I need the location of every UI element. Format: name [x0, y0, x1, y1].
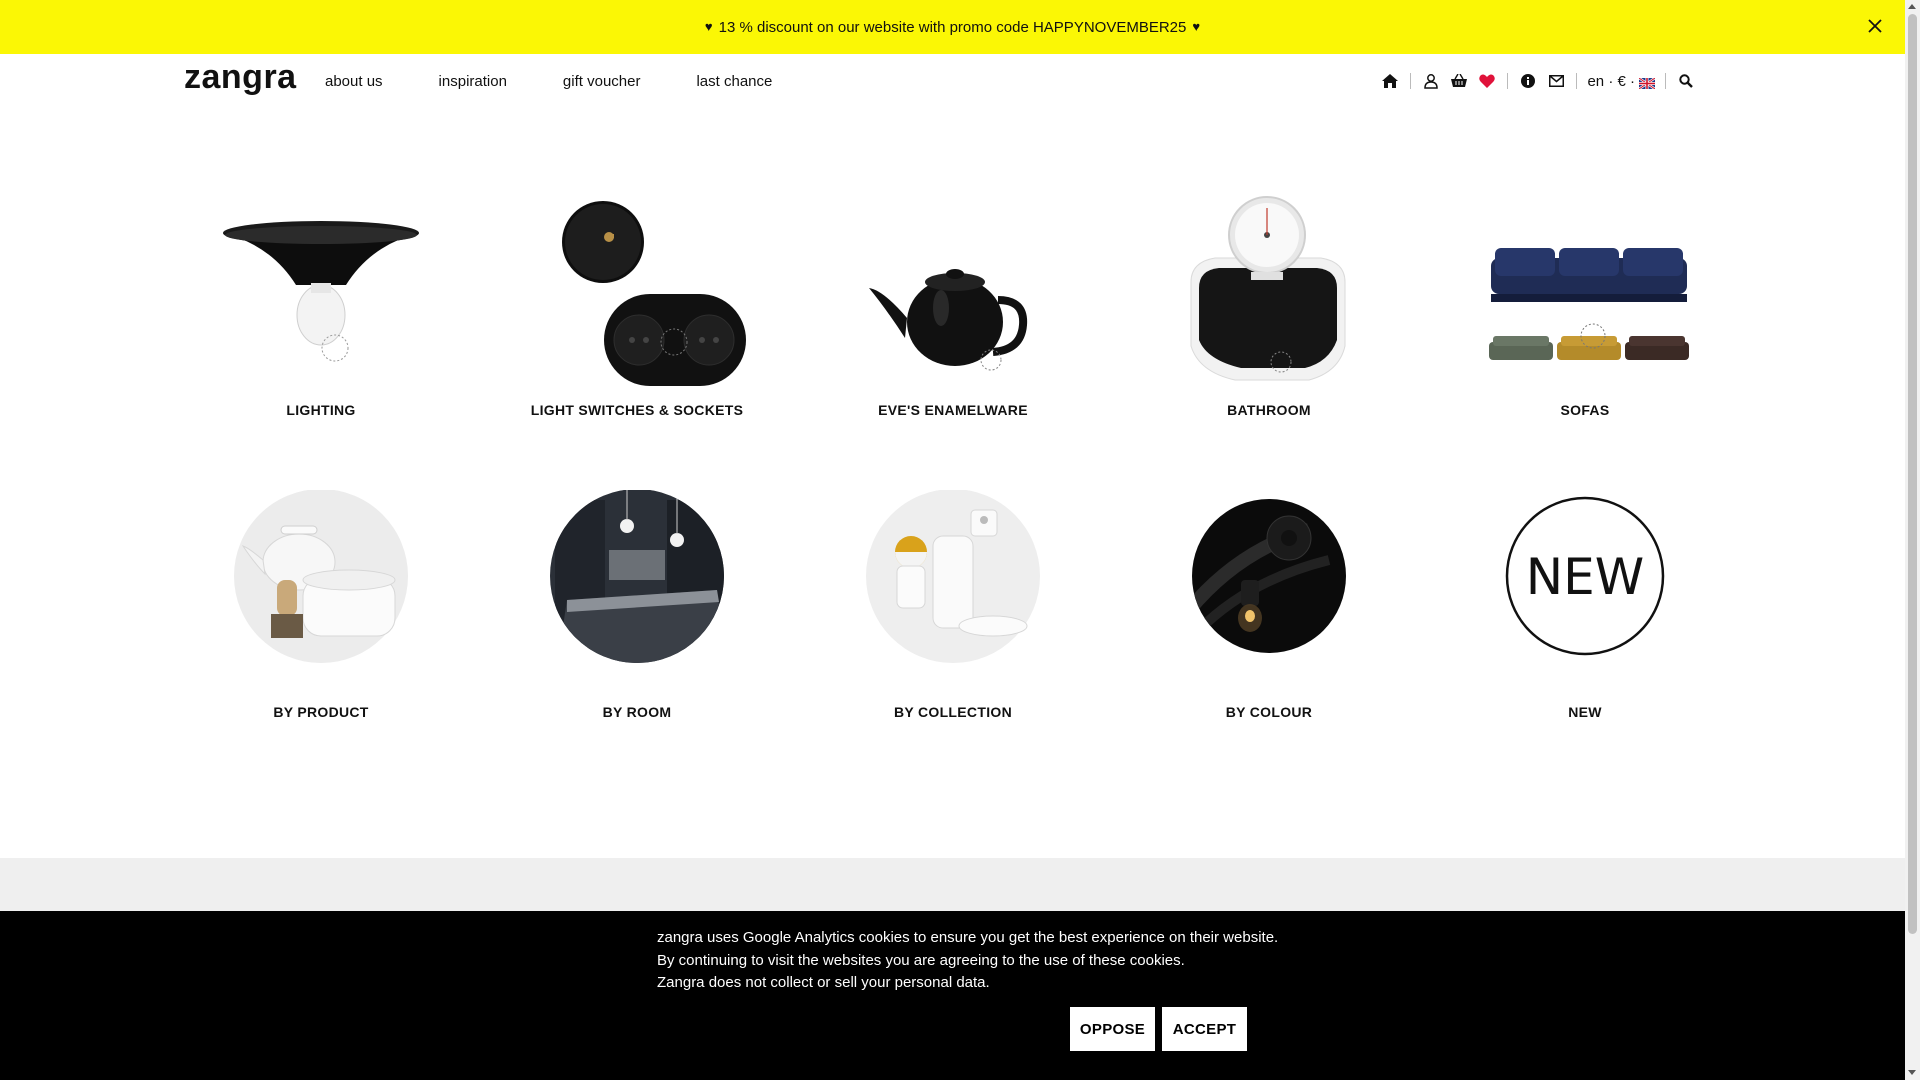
sofas-image: [1475, 190, 1695, 390]
divider: [1576, 73, 1578, 89]
nav-last-chance[interactable]: last chance: [696, 73, 772, 90]
by-colour-image: [1159, 490, 1379, 666]
cookie-line-1: zangra uses Google Analytics cookies to …: [657, 929, 1279, 946]
home-icon[interactable]: [1381, 72, 1399, 90]
category-label: BY PRODUCT: [273, 704, 369, 720]
lighting-image: [211, 190, 431, 390]
by-collection-image: [843, 489, 1063, 666]
nav-about-us[interactable]: about us: [325, 73, 383, 90]
category-new[interactable]: NEW NEW: [1435, 490, 1735, 720]
divider: [1665, 73, 1666, 89]
category-label: LIGHTING: [286, 402, 356, 418]
new-badge-text: NEW: [1526, 548, 1644, 606]
category-label: EVE'S ENAMELWARE: [878, 402, 1028, 418]
category-label: LIGHT SWITCHES & SOCKETS: [530, 402, 744, 418]
by-product-image: [211, 489, 431, 666]
logo[interactable]: zangra: [184, 58, 297, 97]
cookie-line-2: By continuing to visit the websites you …: [657, 951, 1185, 969]
promo-text: 13 % discount on our website with promo …: [718, 18, 1187, 36]
close-icon[interactable]: [1863, 14, 1887, 38]
heart-icon[interactable]: [1478, 72, 1496, 90]
nav-gift-voucher[interactable]: gift voucher: [563, 73, 641, 90]
enamelware-image: [843, 190, 1063, 390]
divider: [1410, 73, 1412, 89]
basket-icon[interactable]: [1450, 72, 1468, 90]
cookie-line-3: Zangra does not collect or sell your per…: [657, 974, 990, 991]
scroll-up-arrow[interactable]: [1908, 4, 1916, 9]
category-label: BY ROOM: [602, 704, 672, 720]
category-by-room[interactable]: BY ROOM: [487, 490, 787, 720]
category-label: SOFAS: [1560, 402, 1610, 418]
category-lighting[interactable]: LIGHTING: [171, 190, 471, 418]
category-label: BY COLLECTION: [894, 704, 1012, 720]
category-by-colour[interactable]: BY COLOUR: [1119, 490, 1419, 720]
scrollbar[interactable]: [1905, 0, 1920, 1080]
lang-text: en · € ·: [1587, 72, 1635, 90]
new-badge-image: NEW: [1475, 490, 1695, 666]
category-light-switches[interactable]: LIGHT SWITCHES & SOCKETS: [487, 190, 787, 418]
nav-inspiration[interactable]: inspiration: [439, 73, 507, 90]
header-tools: en · € ·: [1376, 67, 1700, 95]
cookie-text: zangra uses Google Analytics cookies to …: [657, 927, 1278, 995]
scroll-down-arrow[interactable]: [1908, 1070, 1916, 1075]
category-by-collection[interactable]: BY COLLECTION: [803, 489, 1103, 720]
heart-glyph: ♥: [1192, 18, 1201, 34]
category-label: BATHROOM: [1227, 402, 1311, 418]
bathroom-image: [1159, 190, 1379, 390]
heart-glyph: ♥: [704, 18, 713, 34]
flag-uk-icon: [1638, 76, 1656, 90]
site-header: zangra about us inspiration gift voucher…: [0, 54, 1905, 109]
by-room-image: [527, 490, 747, 666]
user-icon[interactable]: [1422, 72, 1440, 90]
promo-banner: ♥ 13 % discount on our website with prom…: [0, 0, 1905, 54]
info-icon[interactable]: [1519, 72, 1537, 90]
accept-button[interactable]: ACCEPT: [1162, 1007, 1247, 1051]
category-bathroom[interactable]: BATHROOM: [1119, 190, 1419, 418]
main-nav: about us inspiration gift voucher last c…: [325, 73, 828, 90]
category-enamelware[interactable]: EVE'S ENAMELWARE: [803, 190, 1103, 418]
category-label: BY COLOUR: [1225, 704, 1313, 720]
oppose-button[interactable]: OPPOSE: [1070, 1007, 1155, 1051]
mail-icon[interactable]: [1547, 72, 1565, 90]
search-icon[interactable]: [1677, 72, 1695, 90]
language-currency-selector[interactable]: en · € ·: [1587, 72, 1656, 90]
category-by-product[interactable]: BY PRODUCT: [171, 489, 471, 720]
cookie-banner: zangra uses Google Analytics cookies to …: [0, 911, 1905, 1080]
divider: [1507, 73, 1509, 89]
switches-image: [527, 190, 747, 390]
scrollbar-thumb[interactable]: [1908, 14, 1917, 934]
category-label: NEW: [1568, 704, 1602, 720]
category-sofas[interactable]: SOFAS: [1435, 190, 1735, 418]
